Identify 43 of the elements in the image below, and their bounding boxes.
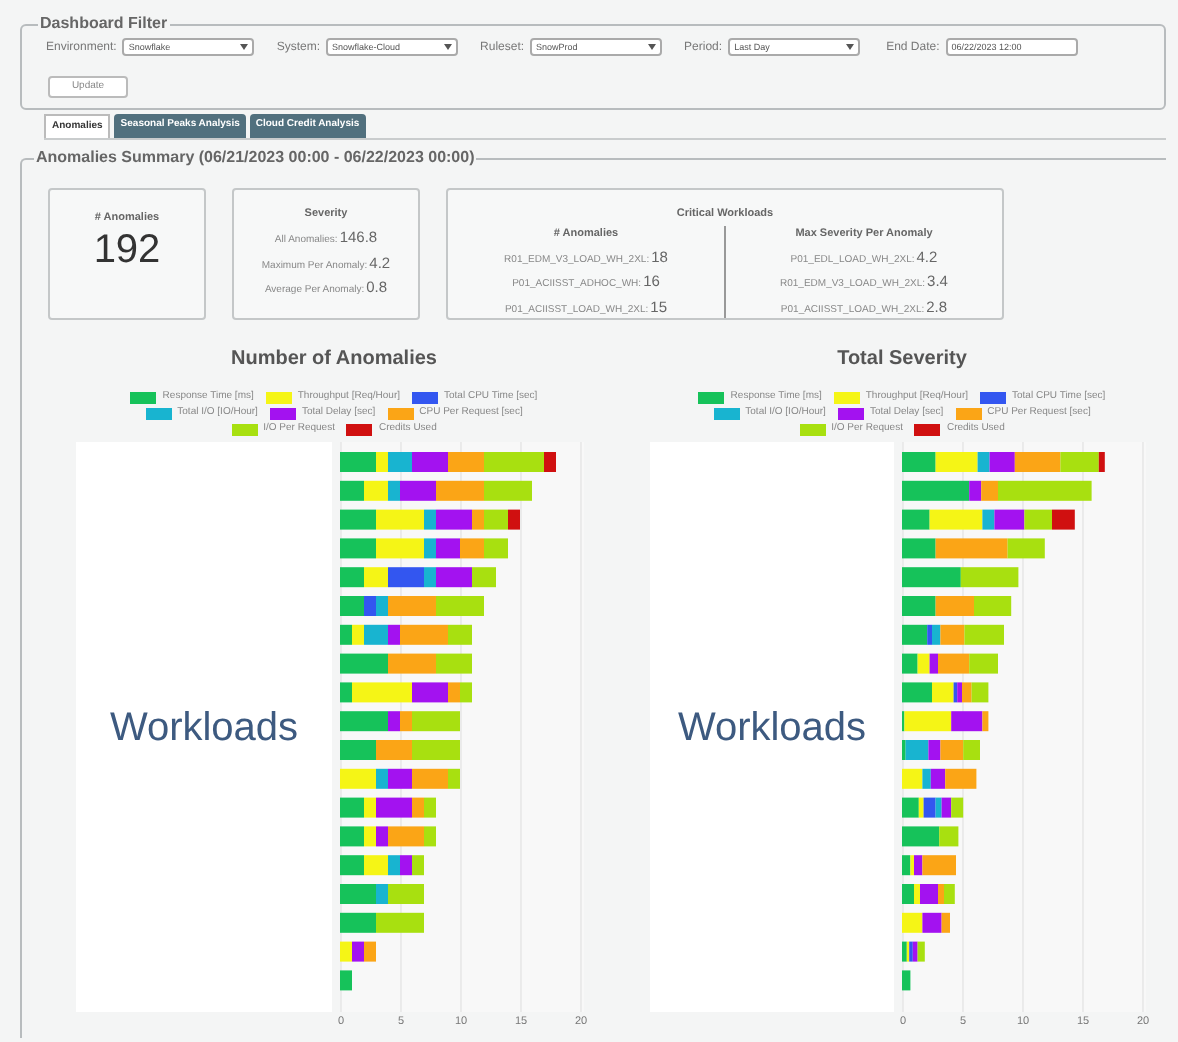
bar-segment	[969, 653, 998, 674]
bar-segment	[902, 596, 936, 616]
bar-segment	[963, 740, 980, 760]
bar-segment	[935, 596, 974, 616]
bar-segment	[340, 855, 364, 876]
bar-segment	[376, 912, 424, 933]
bar-segment	[376, 740, 412, 760]
axis-title: Workloads	[677, 703, 867, 753]
caret-icon	[444, 44, 453, 50]
caret-icon	[240, 44, 249, 50]
caret-icon	[846, 44, 855, 50]
caret-icon	[648, 44, 657, 50]
bar-segment	[436, 596, 484, 616]
bar-segment	[902, 567, 961, 588]
summary-title: Anomalies Summary (06/21/2023 00:00 - 06/22/2023 00:00)	[34, 146, 477, 168]
bar-segment	[340, 480, 364, 501]
bar-segment	[436, 653, 472, 674]
bar-segment	[974, 596, 1012, 616]
chart-title: Total Severity	[837, 348, 967, 372]
bar-segment	[1052, 509, 1075, 530]
bar-segment	[436, 480, 484, 501]
filter-title: Dashboard Filter	[38, 12, 170, 34]
bar-segment	[340, 740, 376, 760]
bar-segment	[902, 682, 932, 703]
bar-segment	[340, 653, 388, 674]
bar-segment	[340, 970, 352, 991]
bar-segment	[484, 538, 508, 559]
bar-segment	[902, 970, 911, 991]
bar-segment	[460, 538, 484, 559]
bar-segment	[960, 567, 1019, 588]
anomaly-count: 192	[93, 226, 161, 275]
bar-segment	[902, 912, 923, 933]
bar-segment	[388, 653, 436, 674]
chart-title: Number of Anomalies	[231, 348, 437, 372]
bar-segment	[340, 567, 364, 588]
bar-segment	[1024, 509, 1052, 530]
bar-segment	[340, 538, 376, 559]
bar-segment	[340, 509, 376, 530]
bar-segment	[412, 740, 460, 760]
bar-segment	[484, 480, 532, 501]
bar-segment	[340, 912, 376, 933]
axis-title: Workloads	[109, 703, 299, 753]
bar-segment	[902, 452, 936, 472]
